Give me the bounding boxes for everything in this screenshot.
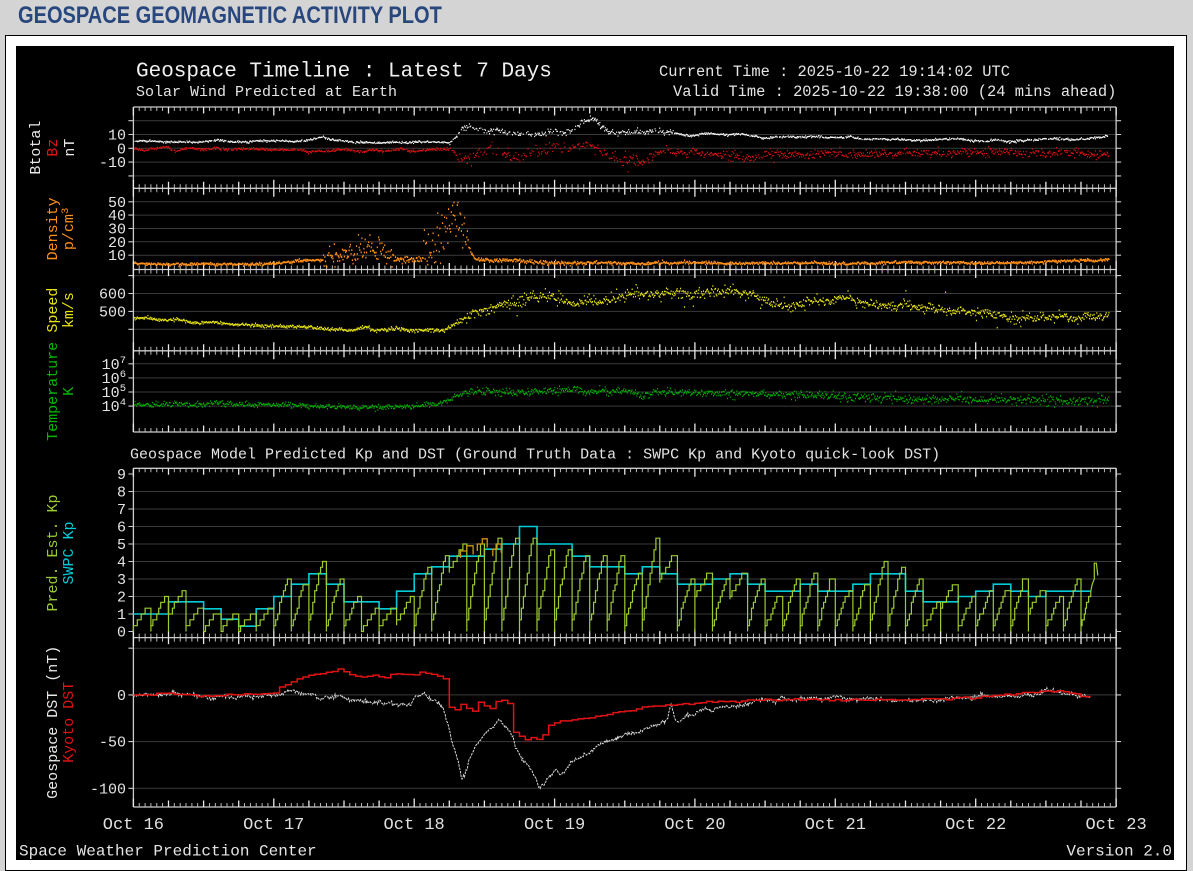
svg-text:Space Weather Prediction Cente: Space Weather Prediction Center: [19, 843, 317, 861]
svg-text:7: 7: [117, 502, 126, 519]
svg-text:km/s: km/s: [61, 292, 78, 328]
svg-text:Solar Wind Predicted at Earth: Solar Wind Predicted at Earth: [136, 84, 397, 101]
svg-text:-10: -10: [99, 155, 126, 172]
svg-text:0: 0: [117, 688, 126, 705]
svg-text:Version 2.0: Version 2.0: [1066, 843, 1172, 861]
svg-text:3: 3: [117, 572, 126, 589]
svg-text:4: 4: [117, 555, 126, 572]
svg-text:104: 104: [102, 397, 126, 416]
svg-text:Oct 23: Oct 23: [1085, 816, 1146, 835]
svg-text:Current Time : 2025-10-22 19:1: Current Time : 2025-10-22 19:14:02 UTC: [659, 63, 1010, 81]
svg-text:Geospace DST (nT): Geospace DST (nT): [45, 646, 62, 799]
svg-text:Speed: Speed: [45, 288, 62, 333]
svg-text:2: 2: [117, 590, 126, 607]
svg-text:9: 9: [117, 467, 126, 484]
svg-text:Oct 16: Oct 16: [103, 816, 164, 835]
svg-text:Oct 19: Oct 19: [524, 816, 585, 835]
svg-text:-50: -50: [99, 735, 126, 752]
svg-text:6: 6: [117, 520, 126, 537]
svg-text:Oct 21: Oct 21: [805, 816, 866, 835]
svg-text:5: 5: [117, 537, 126, 554]
svg-text:8: 8: [117, 485, 126, 502]
svg-text:nT: nT: [62, 139, 79, 157]
svg-text:500: 500: [99, 304, 126, 321]
svg-text:Oct 20: Oct 20: [664, 816, 725, 835]
svg-text:SWPC Kp: SWPC Kp: [61, 521, 78, 584]
svg-text:Geospace Timeline : Latest 7 D: Geospace Timeline : Latest 7 Days: [136, 61, 552, 84]
svg-text:Temperature: Temperature: [45, 342, 62, 441]
svg-text:Kyoto DST: Kyoto DST: [61, 682, 78, 763]
svg-text:Valid Time : 2025-10-22 19:38:: Valid Time : 2025-10-22 19:38:00 (24 min…: [673, 83, 1116, 101]
svg-text:1: 1: [117, 607, 126, 624]
svg-text:p/cm3: p/cm3: [60, 208, 78, 250]
svg-text:Oct 22: Oct 22: [945, 816, 1006, 835]
svg-text:Pred. Est. Kp: Pred. Est. Kp: [45, 494, 62, 611]
svg-text:-100: -100: [90, 781, 126, 798]
svg-text:10: 10: [108, 248, 126, 265]
svg-text:Btotal: Btotal: [28, 121, 45, 175]
svg-text:Density: Density: [45, 197, 62, 260]
svg-text:Oct 18: Oct 18: [384, 816, 445, 835]
svg-text:Geospace Model Predicted Kp an: Geospace Model Predicted Kp and DST (Gro…: [130, 447, 940, 464]
svg-text:Oct 17: Oct 17: [243, 816, 304, 835]
svg-text:600: 600: [99, 287, 126, 304]
svg-text:Bz: Bz: [45, 139, 62, 157]
svg-text:0: 0: [117, 625, 126, 642]
svg-text:K: K: [61, 387, 78, 396]
